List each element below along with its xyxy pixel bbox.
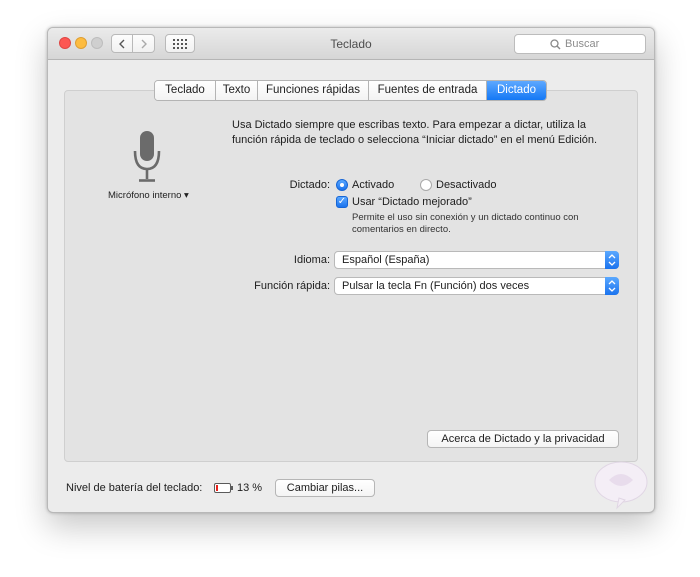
language-select[interactable]: Español (España): [334, 251, 619, 269]
enhanced-description-line2: comentarios en directo.: [352, 224, 451, 235]
tab-bar: Teclado Texto Funciones rápidas Fuentes …: [154, 80, 547, 101]
radio-activado-label[interactable]: Activado: [352, 179, 394, 191]
battery-label: Nivel de batería del teclado:: [66, 482, 203, 494]
title-bar: Teclado Buscar: [48, 28, 654, 60]
radio-desactivado[interactable]: [420, 179, 432, 191]
search-field[interactable]: Buscar: [514, 34, 646, 54]
enhanced-dictation-checkbox[interactable]: ✓: [336, 196, 348, 208]
language-value: Español (España): [342, 254, 430, 266]
logo-watermark: [594, 461, 648, 510]
tab-texto[interactable]: Texto: [216, 81, 258, 100]
intro-text: Usa Dictado siempre que escribas texto. …: [232, 119, 598, 146]
tab-funciones-rapidas[interactable]: Funciones rápidas: [258, 81, 369, 100]
battery-percent: 13 %: [237, 482, 263, 494]
microphone-select[interactable]: Micrófono interno ▾: [108, 190, 189, 201]
about-dictation-privacy-button[interactable]: Acerca de Dictado y la privacidad: [427, 430, 619, 448]
enhanced-dictation-label[interactable]: Usar “Dictado mejorado”: [352, 196, 472, 208]
shortcut-value: Pulsar la tecla Fn (Función) dos veces: [342, 280, 530, 292]
shortcut-select[interactable]: Pulsar la tecla Fn (Función) dos veces: [334, 277, 619, 295]
radio-activado[interactable]: [336, 179, 348, 191]
battery-nub: [231, 486, 233, 490]
tab-teclado[interactable]: Teclado: [155, 81, 216, 100]
dictation-label: Dictado:: [289, 179, 330, 191]
battery-icon: [214, 483, 233, 493]
popup-arrows-icon: [605, 251, 619, 269]
battery-level-fill: [216, 485, 218, 491]
change-batteries-button[interactable]: Cambiar pilas...: [275, 479, 375, 497]
microphone-icon: [133, 131, 161, 182]
language-label: Idioma:: [293, 254, 330, 266]
tab-fuentes-de-entrada[interactable]: Fuentes de entrada: [369, 81, 487, 100]
search-icon: [550, 39, 561, 50]
tab-dictado[interactable]: Dictado: [487, 81, 546, 100]
shortcut-label: Función rápida:: [254, 280, 330, 292]
search-placeholder: Buscar: [565, 38, 600, 50]
preferences-window: Teclado Buscar Teclado Texto Funciones r…: [47, 27, 655, 513]
popup-arrows-icon: [605, 277, 619, 295]
radio-desactivado-label[interactable]: Desactivado: [436, 179, 497, 191]
